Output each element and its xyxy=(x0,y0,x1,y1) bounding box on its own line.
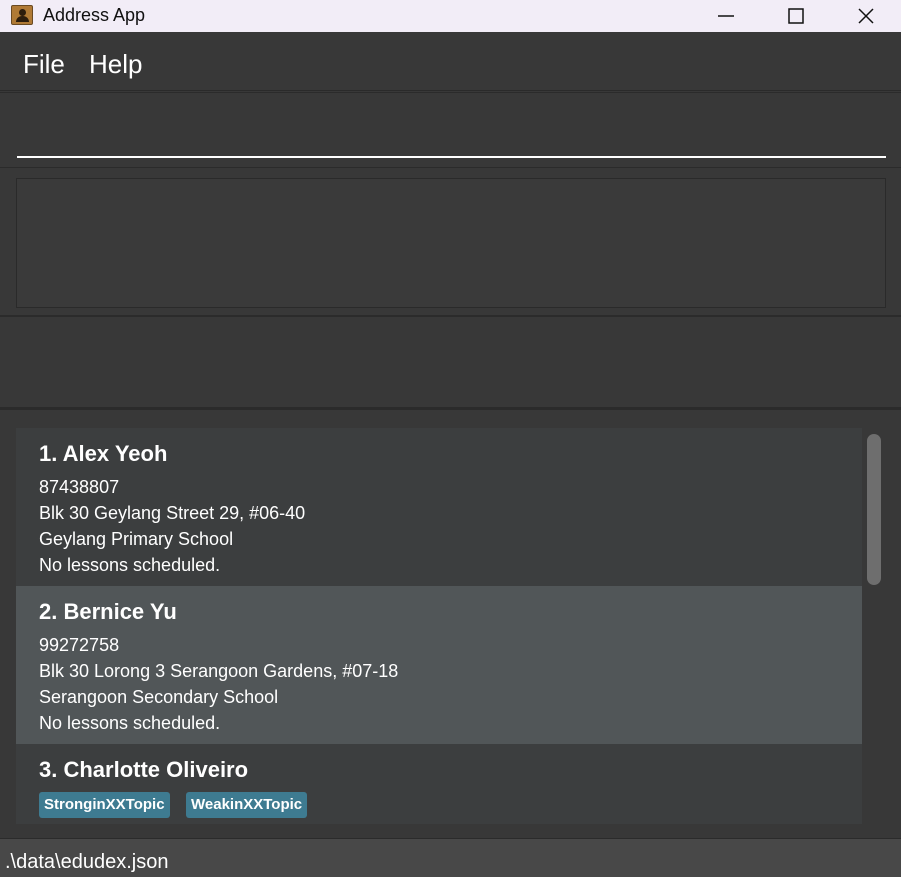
person-school: Serangoon Secondary School xyxy=(39,687,279,707)
maximize-button[interactable] xyxy=(761,0,831,32)
person-address: Blk 30 Geylang Street 29, #06-40 xyxy=(39,503,306,523)
window-title: Address App xyxy=(43,5,146,25)
person-name: 1. Alex Yeoh xyxy=(39,441,168,466)
address-book-icon xyxy=(11,5,33,25)
menu-file[interactable]: File xyxy=(23,49,65,80)
person-lessons: No lessons scheduled. xyxy=(39,713,221,733)
menu-bar: File Help xyxy=(0,38,901,91)
person-school: Geylang Primary School xyxy=(39,529,234,549)
window-titlebar: Address App xyxy=(0,0,901,32)
person-phone: 87438807 xyxy=(39,477,120,497)
person-tag: WeakinXXTopic xyxy=(186,792,308,818)
minimize-icon xyxy=(718,15,734,17)
person-card[interactable]: 3. Charlotte Oliveiro StronginXXTopic We… xyxy=(16,744,862,824)
maximize-icon xyxy=(788,8,804,24)
status-bar: .\data\edudex.json xyxy=(0,838,901,877)
detail-panel xyxy=(0,319,901,410)
person-phone: 99272758 xyxy=(39,635,120,655)
person-tag: StronginXXTopic xyxy=(39,792,170,818)
person-card[interactable]: 1. Alex Yeoh 87438807 Blk 30 Geylang Str… xyxy=(16,428,862,586)
person-address: Blk 30 Lorong 3 Serangoon Gardens, #07-1… xyxy=(39,661,399,681)
minimize-button[interactable] xyxy=(691,0,761,32)
person-name: 3. Charlotte Oliveiro xyxy=(39,757,249,782)
result-display[interactable] xyxy=(16,178,886,308)
status-file-path: .\data\edudex.json xyxy=(5,851,169,873)
person-card[interactable]: 2. Bernice Yu 99272758 Blk 30 Lorong 3 S… xyxy=(16,586,862,744)
close-button[interactable] xyxy=(831,0,901,32)
menu-help[interactable]: Help xyxy=(89,49,142,80)
command-input[interactable] xyxy=(17,106,886,158)
person-list[interactable]: 1. Alex Yeoh 87438807 Blk 30 Geylang Str… xyxy=(16,428,862,824)
close-icon xyxy=(858,8,874,24)
person-lessons: No lessons scheduled. xyxy=(39,555,221,575)
list-scrollbar[interactable] xyxy=(867,434,881,585)
person-name: 2. Bernice Yu xyxy=(39,599,177,624)
